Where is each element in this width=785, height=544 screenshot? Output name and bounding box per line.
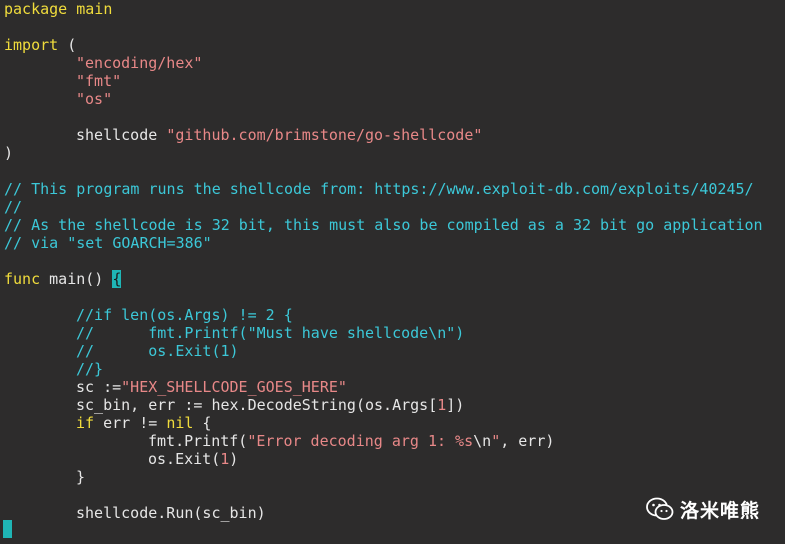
code-line-23: sc_bin, err := hex.DecodeString(os.Args[… [76, 396, 464, 414]
func-signature: main() [40, 270, 113, 288]
import-os: "os" [76, 90, 113, 108]
comment-line: //} [76, 360, 104, 378]
matched-brace-highlight: { [112, 270, 122, 288]
code-line-14: // via "set GOARCH=386" [4, 234, 212, 252]
text-cursor[interactable] [3, 520, 12, 538]
code-line-9: ) [4, 144, 13, 162]
code-line-26: os.Exit(1) [148, 450, 238, 468]
package-declaration: package main [4, 0, 113, 18]
number-literal: 1 [437, 396, 447, 414]
import-shellcode-path: "github.com/brimstone/go-shellcode" [166, 126, 483, 144]
func-keyword: func [4, 270, 41, 288]
code-line-16: func main() { [4, 270, 122, 288]
code-line-12: // [4, 198, 22, 216]
import-alias: shellcode [76, 126, 167, 144]
shellcode-run-call: shellcode.Run(sc_bin) [76, 504, 266, 522]
comment-line: // os.Exit(1) [76, 342, 239, 360]
code-line-19: // fmt.Printf("Must have shellcode\n") [76, 324, 464, 342]
code-line-27: } [76, 468, 85, 486]
wechat-icon [646, 497, 674, 520]
terminal-editor[interactable]: package main import ( "encoding/hex" "fm… [0, 0, 785, 544]
comment-line: //if len(os.Args) != 2 { [76, 306, 293, 324]
code-line-22: sc :="HEX_SHELLCODE_GOES_HERE" [76, 378, 347, 396]
printf-args: , err) [500, 432, 555, 450]
comment-line: // This program runs the shellcode from:… [4, 180, 754, 198]
import-keyword: import [4, 36, 59, 54]
code-line-11: // This program runs the shellcode from:… [4, 180, 754, 198]
code-line-4: "encoding/hex" [76, 54, 202, 72]
escape-sequence: \n [473, 432, 492, 450]
nil-keyword: nil [166, 414, 194, 432]
code-line-18: //if len(os.Args) != 2 { [76, 306, 293, 324]
import-fmt: "fmt" [76, 72, 122, 90]
comment-line: // via "set GOARCH=386" [4, 234, 212, 252]
code-line-5: "fmt" [76, 72, 121, 90]
comment-line: // As the shellcode is 32 bit, this must… [4, 216, 763, 234]
code-line-3: import ( [4, 36, 76, 54]
if-keyword: if [76, 414, 95, 432]
code-line-8: shellcode "github.com/brimstone/go-shell… [76, 126, 482, 144]
exit-call-close: ) [229, 450, 239, 468]
comment-line: // [4, 198, 23, 216]
if-close-brace: } [76, 468, 86, 486]
code-line-6: "os" [76, 90, 112, 108]
import-paren: ( [58, 36, 77, 54]
code-line-25: fmt.Printf("Error decoding arg 1: %s\n",… [148, 432, 554, 450]
printf-call: fmt.Printf( [148, 432, 248, 450]
code-line-21: //} [76, 360, 103, 378]
sc-assignment: sc := [76, 378, 122, 396]
exit-call: os.Exit( [148, 450, 221, 468]
watermark: 洛米唯熊 [646, 495, 760, 523]
string-close-quote: " [491, 432, 501, 450]
decode-call-close: ]) [446, 396, 465, 414]
code-line-1: package main [4, 0, 112, 18]
import-encoding-hex: "encoding/hex" [76, 54, 203, 72]
watermark-text: 洛米唯熊 [680, 499, 761, 522]
decode-call: sc_bin, err := hex.DecodeString(os.Args[ [76, 396, 438, 414]
comment-line: // fmt.Printf("Must have shellcode\n") [76, 324, 465, 342]
shellcode-placeholder-string: "HEX_SHELLCODE_GOES_HERE" [121, 378, 347, 396]
code-line-20: // os.Exit(1) [76, 342, 239, 360]
import-close-paren: ) [4, 144, 14, 162]
error-format-string: "Error decoding arg 1: %s [247, 432, 474, 450]
code-line-24: if err != nil { [76, 414, 211, 432]
if-condition: err != [94, 414, 167, 432]
code-line-13: // As the shellcode is 32 bit, this must… [4, 216, 763, 234]
number-literal: 1 [220, 450, 230, 468]
if-open-brace: { [193, 414, 212, 432]
code-line-29: shellcode.Run(sc_bin) [76, 504, 266, 522]
